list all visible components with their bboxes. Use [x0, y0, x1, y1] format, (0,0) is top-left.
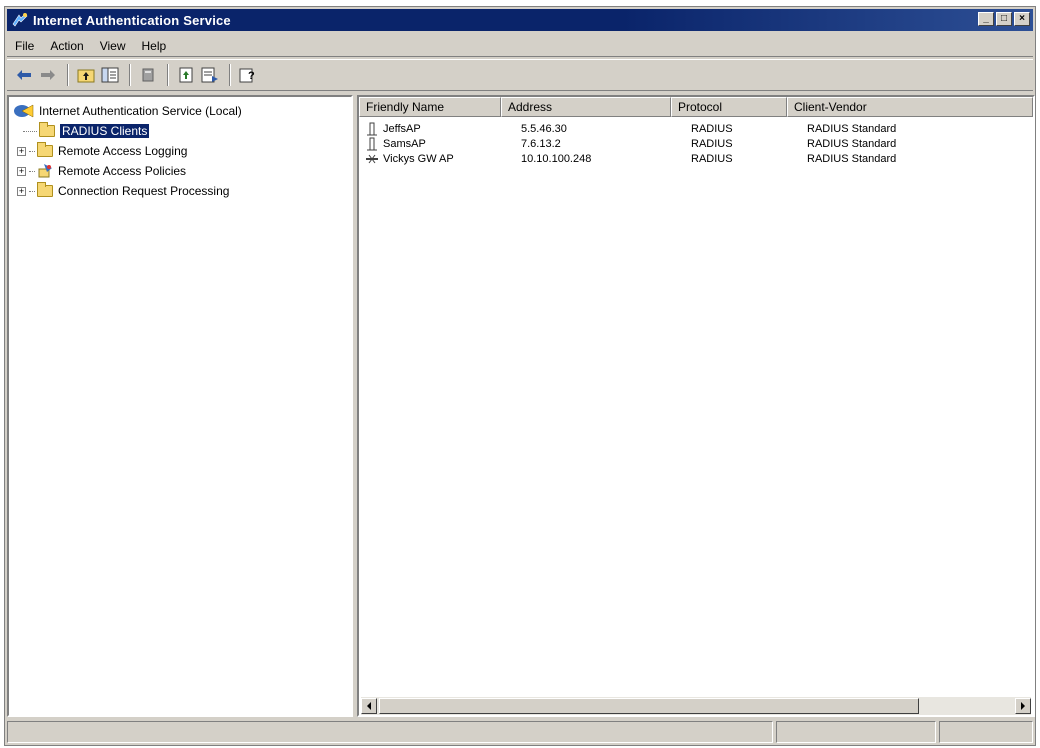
- tree-item-radius-clients[interactable]: RADIUS Clients: [13, 121, 242, 141]
- maximize-button[interactable]: □: [996, 12, 1012, 26]
- tree-item-label: Connection Request Processing: [58, 184, 230, 198]
- tree-root[interactable]: Internet Authentication Service (Local): [13, 101, 242, 121]
- cell-friendly-name: SamsAP: [383, 137, 426, 150]
- table-row[interactable]: JeffsAP 5.5.46.30 RADIUS RADIUS Standard: [359, 121, 1033, 136]
- cell-address: 10.10.100.248: [521, 152, 592, 165]
- expand-icon[interactable]: +: [17, 146, 26, 156]
- tree-item-label: Remote Access Policies: [58, 164, 187, 178]
- tree-connector: [23, 130, 37, 132]
- tree-item-remote-access-logging[interactable]: + Remote Access Logging: [13, 141, 242, 161]
- tree-item-connection-request-processing[interactable]: + Connection Request Processing: [13, 181, 242, 201]
- column-header-address[interactable]: Address: [501, 97, 671, 117]
- tree-root-label: Internet Authentication Service (Local): [39, 104, 242, 118]
- cell-address: 5.5.46.30: [521, 122, 567, 135]
- toolbar-separator: [129, 64, 131, 86]
- menu-help[interactable]: Help: [134, 39, 175, 53]
- cell-client-vendor: RADIUS Standard: [807, 137, 897, 150]
- ias-service-icon: [13, 103, 35, 119]
- console-tree-pane[interactable]: Internet Authentication Service (Local) …: [7, 95, 353, 717]
- show-hide-tree-icon[interactable]: [99, 64, 121, 86]
- radius-proxy-client-icon: [365, 152, 379, 166]
- radius-client-icon: [365, 122, 379, 136]
- window-controls: _ □ ×: [978, 12, 1030, 26]
- table-row[interactable]: Vickys GW AP 10.10.100.248 RADIUS RADIUS…: [359, 151, 1033, 166]
- delete-icon[interactable]: [137, 64, 159, 86]
- back-arrow-icon[interactable]: [13, 64, 35, 86]
- up-folder-icon[interactable]: [75, 64, 97, 86]
- console-tree: Internet Authentication Service (Local) …: [13, 101, 242, 201]
- export-list-icon[interactable]: [199, 64, 221, 86]
- column-header-client-vendor[interactable]: Client-Vendor: [787, 97, 1033, 117]
- status-panel-secondary: [776, 721, 936, 743]
- toolbar-separator: [167, 64, 169, 86]
- scroll-right-icon[interactable]: [1015, 698, 1031, 714]
- status-panel-main: [7, 721, 773, 743]
- help-icon[interactable]: ?: [237, 64, 259, 86]
- app-window: Internet Authentication Service _ □ × Fi…: [4, 6, 1036, 746]
- cell-protocol: RADIUS: [691, 122, 733, 135]
- toolbar-separator: [67, 64, 69, 86]
- window-title: Internet Authentication Service: [33, 12, 231, 28]
- table-row[interactable]: SamsAP 7.6.13.2 RADIUS RADIUS Standard: [359, 136, 1033, 151]
- toolbar-separator: [229, 64, 231, 86]
- cell-protocol: RADIUS: [691, 137, 733, 150]
- expand-icon[interactable]: +: [17, 186, 26, 196]
- close-button[interactable]: ×: [1014, 12, 1030, 26]
- radius-client-icon: [365, 137, 379, 151]
- policy-icon: [37, 163, 53, 179]
- scrollbar-thumb[interactable]: [379, 698, 919, 714]
- refresh-icon[interactable]: [175, 64, 197, 86]
- tree-connector: [29, 150, 35, 152]
- list-header: Friendly Name Address Protocol Client-Ve…: [359, 97, 1033, 117]
- forward-arrow-icon[interactable]: [37, 64, 59, 86]
- column-header-protocol[interactable]: Protocol: [671, 97, 787, 117]
- cell-protocol: RADIUS: [691, 152, 733, 165]
- menu-bar: File Action View Help: [7, 35, 1033, 57]
- cell-friendly-name: Vickys GW AP: [383, 152, 454, 165]
- toolbar: ?: [7, 59, 1033, 91]
- cell-client-vendor: RADIUS Standard: [807, 122, 897, 135]
- client-list: JeffsAP 5.5.46.30 RADIUS RADIUS Standard…: [359, 121, 1033, 166]
- scroll-left-icon[interactable]: [361, 698, 377, 714]
- expand-icon[interactable]: +: [17, 166, 26, 176]
- tree-item-label: Remote Access Logging: [58, 144, 188, 158]
- status-panel-tertiary: [939, 721, 1033, 743]
- ias-app-icon: [11, 12, 29, 28]
- cell-client-vendor: RADIUS Standard: [807, 152, 897, 165]
- folder-icon: [37, 142, 53, 157]
- title-bar[interactable]: Internet Authentication Service _ □ ×: [7, 9, 1033, 31]
- cell-friendly-name: JeffsAP: [383, 122, 421, 135]
- horizontal-scrollbar[interactable]: [361, 697, 1031, 715]
- status-bar: [7, 721, 1033, 743]
- menu-file[interactable]: File: [7, 39, 42, 53]
- folder-open-icon: [39, 122, 55, 137]
- tree-connector: [29, 190, 35, 192]
- menu-action[interactable]: Action: [42, 39, 91, 53]
- cell-address: 7.6.13.2: [521, 137, 561, 150]
- tree-item-remote-access-policies[interactable]: + Remote Access Policies: [13, 161, 242, 181]
- svg-text:?: ?: [248, 70, 255, 82]
- folder-icon: [37, 182, 53, 197]
- results-pane[interactable]: Friendly Name Address Protocol Client-Ve…: [357, 95, 1035, 717]
- minimize-button[interactable]: _: [978, 12, 994, 26]
- column-header-friendly-name[interactable]: Friendly Name: [359, 97, 501, 117]
- tree-item-label: RADIUS Clients: [60, 124, 150, 138]
- menu-view[interactable]: View: [92, 39, 134, 53]
- tree-connector: [29, 170, 35, 172]
